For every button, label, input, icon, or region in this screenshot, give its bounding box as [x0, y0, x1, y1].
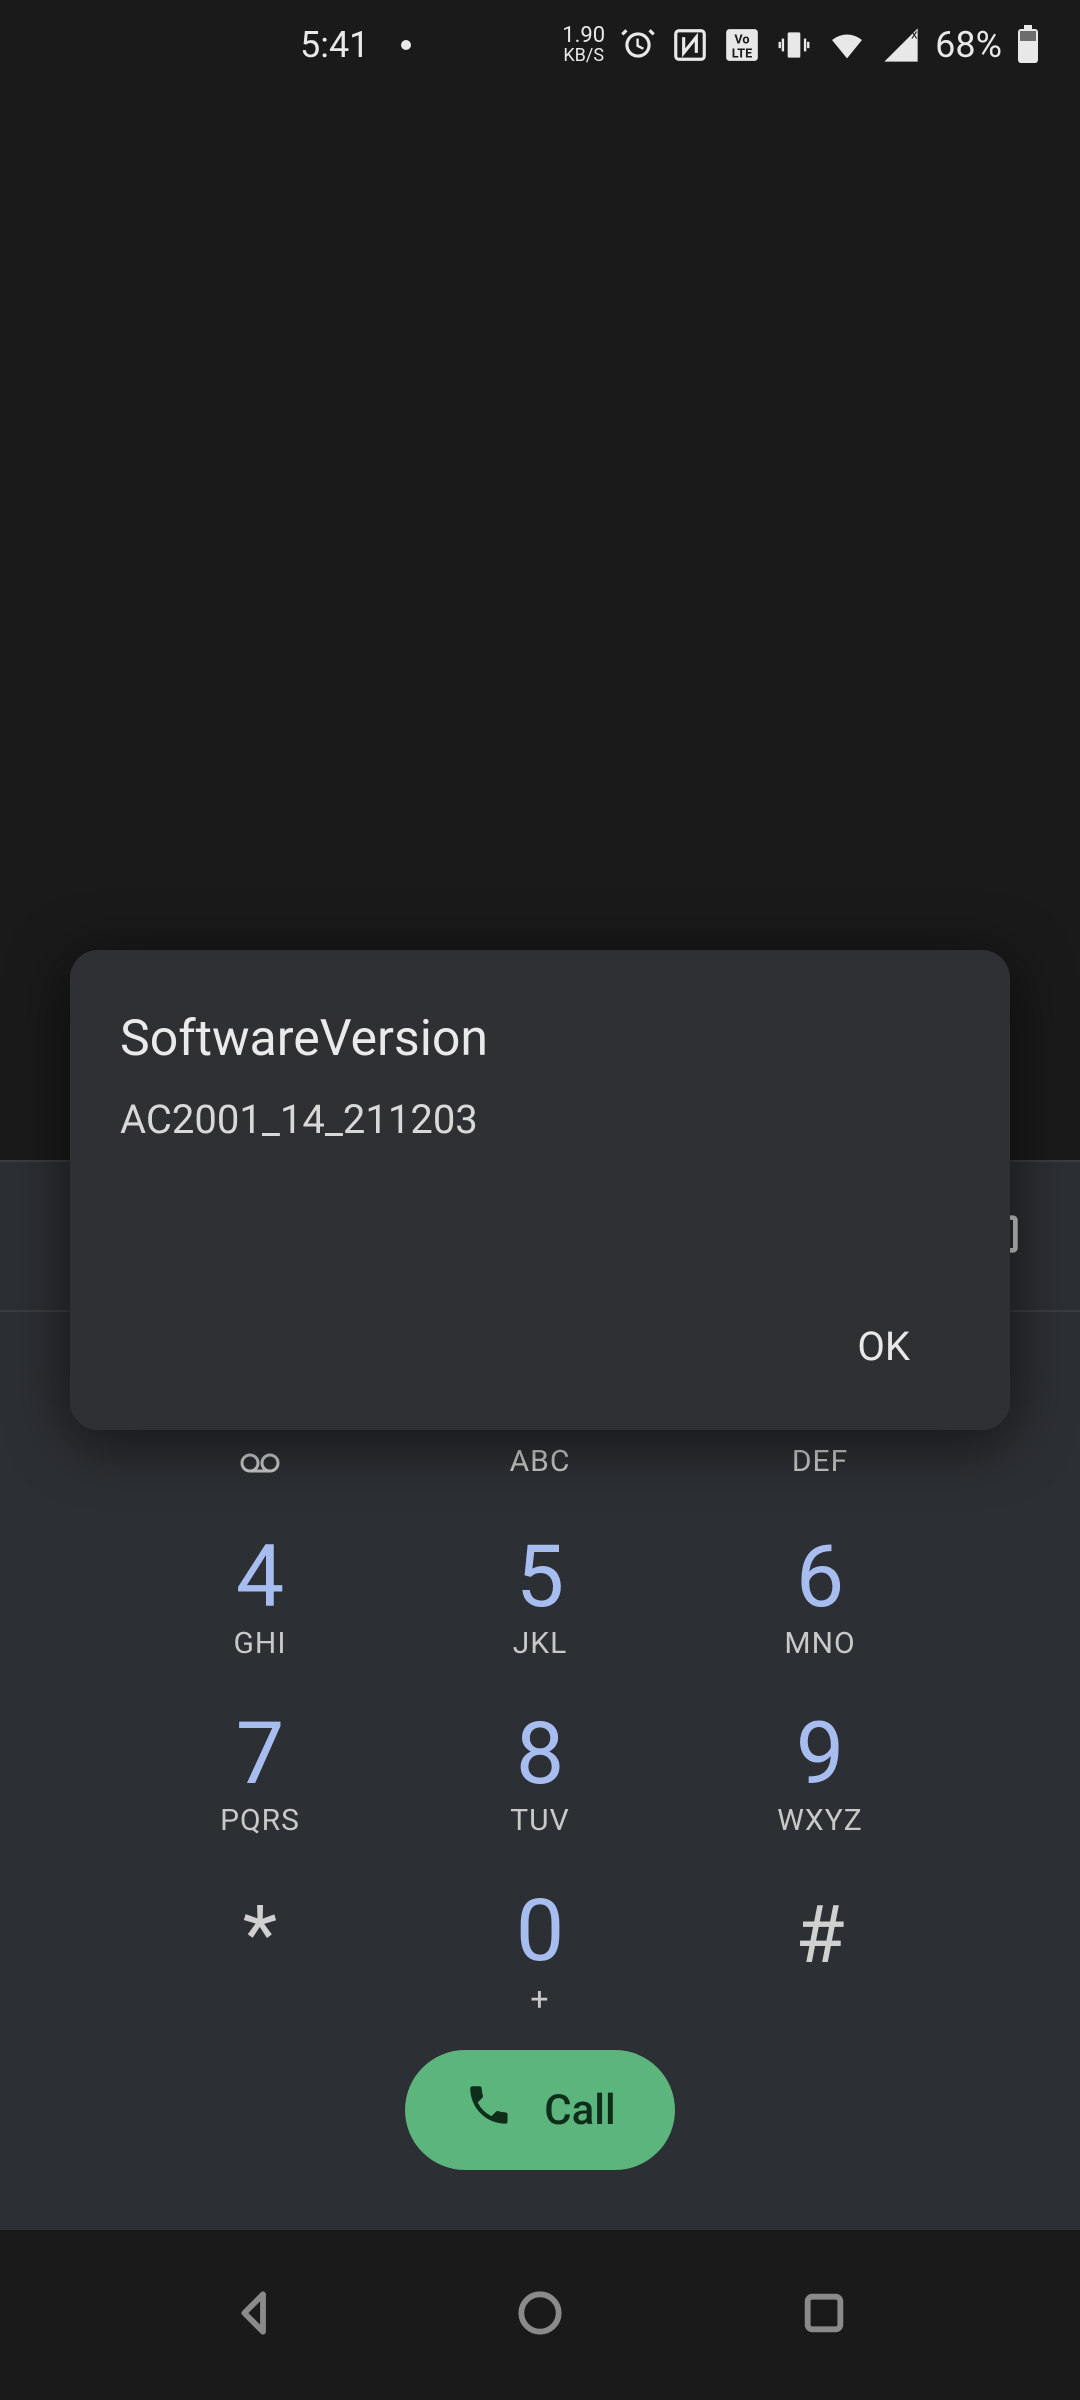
nav-recent-icon[interactable]	[796, 2285, 852, 2345]
nav-home-icon[interactable]	[512, 2285, 568, 2345]
phone-icon	[464, 2080, 514, 2141]
key-6[interactable]: 6 MNO	[680, 1534, 960, 1661]
key-7[interactable]: 7 PQRS	[120, 1711, 400, 1838]
key-hash[interactable]: #	[680, 1888, 960, 2018]
navigation-bar	[0, 2230, 1080, 2400]
status-time: 5:41	[300, 24, 369, 66]
volte-icon: VoLTE	[723, 26, 761, 64]
key-9[interactable]: 9 WXYZ	[680, 1711, 960, 1838]
svg-text:Vo: Vo	[735, 32, 750, 47]
signal-icon: x	[881, 25, 921, 65]
svg-text:LTE: LTE	[732, 47, 752, 62]
status-left: 5:41	[300, 24, 411, 66]
nav-back-icon[interactable]	[228, 2285, 284, 2345]
status-right: 1.90 KB/S VoLTE x 68%	[562, 24, 1040, 66]
key-star[interactable]: *	[120, 1888, 400, 2018]
key-0[interactable]: 0 +	[400, 1888, 680, 2018]
call-label: Call	[544, 2086, 615, 2135]
wifi-icon	[827, 25, 867, 65]
nfc-icon	[671, 26, 709, 64]
dialog-ok-button[interactable]: OK	[807, 1303, 960, 1390]
vibrate-icon	[775, 26, 813, 64]
network-speed: 1.90 KB/S	[562, 25, 605, 65]
svg-text:x: x	[911, 27, 918, 42]
battery-percent: 68%	[935, 24, 1002, 66]
status-dot	[401, 40, 411, 50]
alarm-icon	[619, 26, 657, 64]
key-5[interactable]: 5 JKL	[400, 1534, 680, 1661]
call-button[interactable]: Call	[405, 2050, 675, 2170]
status-bar: 5:41 1.90 KB/S VoLTE x 68%	[0, 0, 1080, 90]
software-version-dialog: SoftwareVersion AC2001_14_211203 OK	[70, 950, 1010, 1430]
voicemail-icon	[120, 1444, 400, 1484]
dialog-title: SoftwareVersion	[120, 1010, 960, 1068]
key-8[interactable]: 8 TUV	[400, 1711, 680, 1838]
key-4[interactable]: 4 GHI	[120, 1534, 400, 1661]
dialog-body: AC2001_14_211203	[120, 1096, 960, 1143]
battery-icon	[1016, 25, 1040, 65]
